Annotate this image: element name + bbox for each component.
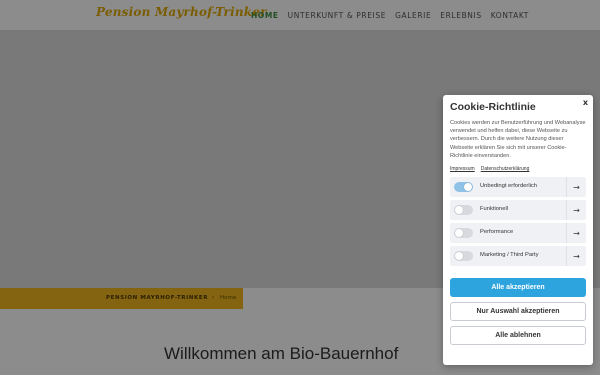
cookie-category-list: Unbedingt erforderlich → Funktionell → P… xyxy=(450,177,586,267)
category-label: Marketing / Third Party xyxy=(480,252,539,259)
toggle-knob xyxy=(455,206,463,215)
impressum-link[interactable]: Impressum xyxy=(450,166,475,172)
cookie-category-marketing: Marketing / Third Party → xyxy=(450,246,586,267)
accept-all-button[interactable]: Alle akzeptieren xyxy=(450,278,586,298)
performance-toggle[interactable] xyxy=(454,228,473,239)
functional-toggle[interactable] xyxy=(454,205,473,216)
toggle-knob xyxy=(455,229,463,238)
arrow-right-icon[interactable]: → xyxy=(566,200,586,221)
cookie-category-performance: Performance → xyxy=(450,223,586,244)
arrow-right-icon[interactable]: → xyxy=(566,223,586,244)
category-label: Performance xyxy=(480,229,514,236)
toggle-knob xyxy=(464,183,472,192)
toggle-knob xyxy=(455,252,463,261)
cookie-category-functional: Funktionell → xyxy=(450,200,586,221)
cookie-dialog-title: Cookie-Richtlinie xyxy=(450,101,536,113)
accept-selection-button[interactable]: Nur Auswahl akzeptieren xyxy=(450,302,586,322)
cookie-dialog: Cookie-Richtlinie x Cookies werden zur B… xyxy=(443,95,593,365)
category-label: Unbedingt erforderlich xyxy=(480,183,538,190)
essential-toggle[interactable] xyxy=(454,182,473,193)
datenschutz-link[interactable]: Datenschutzerklärung xyxy=(481,166,530,172)
arrow-right-icon[interactable]: → xyxy=(566,246,586,267)
marketing-toggle[interactable] xyxy=(454,251,473,262)
arrow-right-icon[interactable]: → xyxy=(566,177,586,198)
cookie-description: Cookies werden zur Benutzerführung und W… xyxy=(450,120,586,159)
cookie-category-essential: Unbedingt erforderlich → xyxy=(450,177,586,198)
category-label: Funktionell xyxy=(480,206,509,213)
cookie-links: Impressum Datenschutzerklärung xyxy=(450,166,586,172)
reject-all-button[interactable]: Alle ablehnen xyxy=(450,326,586,346)
close-icon[interactable]: x xyxy=(583,98,588,107)
